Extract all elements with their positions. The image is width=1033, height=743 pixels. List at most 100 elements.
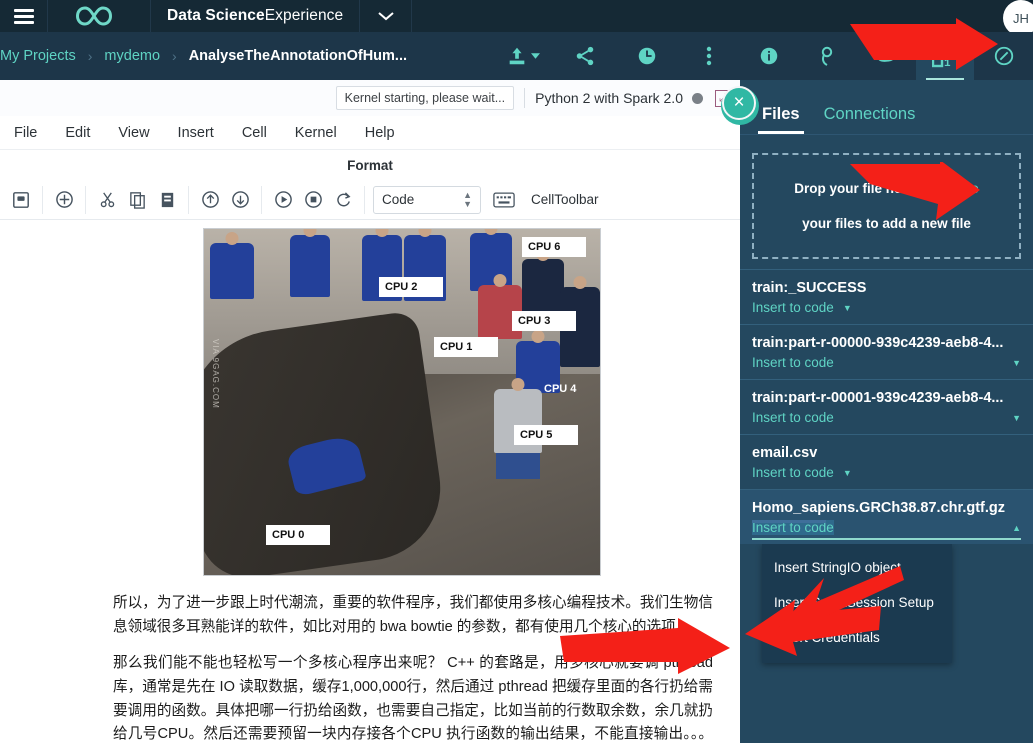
insert-to-code-label[interactable]: Insert to code (752, 410, 834, 425)
menu-view[interactable]: View (104, 125, 163, 141)
close-panel-button[interactable]: × (722, 86, 756, 120)
image-label-cpu5: CPU 5 (514, 425, 578, 446)
image-label-cpu4: CPU 4 (544, 383, 577, 395)
breadcrumb-separator: › (87, 48, 93, 64)
chevron-down-icon[interactable]: ▼ (843, 468, 852, 478)
notebook-markdown-text: 所以，为了进一步跟上时代潮流，重要的软件程序，我们都使用多核心编程技术。我们生物… (113, 592, 713, 743)
stepper-icon: ▲ ▼ (463, 190, 472, 209)
keyboard-icon (493, 191, 515, 208)
file-list-item-selected[interactable]: Homo_sapiens.GRCh38.87.chr.gtf.gz Insert… (740, 489, 1033, 544)
paste-icon (161, 192, 173, 208)
info-icon (761, 47, 778, 65)
stop-kernel-button[interactable] (298, 185, 328, 215)
file-list-item[interactable]: train:_SUCCESS Insert to code ▼ (740, 269, 1033, 324)
toolbar-group-add (43, 185, 86, 215)
overflow-menu-icon (706, 46, 712, 66)
menu-insert[interactable]: Insert (164, 125, 228, 141)
menu-item-credentials[interactable]: Insert Credentials (762, 620, 952, 655)
panel-tab-palette[interactable] (857, 32, 916, 80)
plus-circle-icon (55, 191, 73, 208)
kernel-status-message: Kernel starting, please wait... (335, 86, 515, 110)
panel-tab-edit[interactable] (974, 32, 1033, 80)
image-figure (290, 229, 330, 297)
cut-cell-button[interactable] (92, 185, 122, 215)
image-label-cpu3: CPU 3 (512, 311, 576, 332)
app-switcher-button[interactable] (360, 0, 413, 32)
file-progress-bar (752, 520, 826, 523)
add-cell-button[interactable] (49, 185, 79, 215)
chevron-down-icon[interactable]: ▼ (1012, 413, 1021, 423)
brand-logo[interactable] (48, 0, 151, 32)
dropzone-browse-link[interactable]: browse (935, 181, 979, 196)
toolbar-group-move (189, 185, 262, 215)
file-name: train:part-r-00001-939c4239-aeb8-4... (752, 390, 1004, 406)
move-cell-down-button[interactable] (225, 185, 255, 215)
overflow-menu-button[interactable] (678, 32, 740, 80)
history-button[interactable] (616, 32, 678, 80)
notebook-output-image: VIA 9GAG.COM CPU 6 CPU 2 CPU 3 CPU 1 CPU… (203, 228, 601, 576)
move-cell-up-button[interactable] (195, 185, 225, 215)
insert-to-code-row[interactable]: Insert to code ▼ (752, 410, 1021, 425)
infinity-logo-icon (76, 6, 112, 26)
menu-edit[interactable]: Edit (51, 125, 104, 141)
panel-tab-comments[interactable] (799, 32, 858, 80)
menu-item-spark-session[interactable]: Insert SparkSession Setup (762, 585, 952, 620)
hamburger-menu-button[interactable] (0, 0, 48, 32)
menu-file[interactable]: File (0, 125, 51, 141)
panel-tab-data[interactable]: 1 1 (915, 32, 975, 80)
copy-icon (129, 192, 145, 209)
toolbar-group-run (262, 185, 365, 215)
insert-to-code-row[interactable]: Insert to code ▼ (752, 355, 1021, 370)
image-figure (210, 232, 254, 299)
cell-type-select[interactable]: Code ▲ ▼ (373, 185, 481, 214)
keyboard-shortcuts-button[interactable] (489, 185, 519, 215)
breadcrumb-separator: › (172, 48, 177, 64)
menu-item-stringio[interactable]: Insert StringIO object (762, 550, 952, 585)
avatar[interactable]: JH (1003, 0, 1033, 36)
chevron-down-icon[interactable]: ▼ (843, 303, 852, 313)
menu-kernel[interactable]: Kernel (281, 125, 351, 141)
run-cell-button[interactable] (268, 185, 298, 215)
copy-cell-button[interactable] (122, 185, 152, 215)
notebook-menu-bar: File Edit View Insert Cell Kernel Help (0, 116, 740, 150)
breadcrumb-item-current: AnalyseTheAnnotationOfHum... (188, 48, 408, 64)
insert-to-code-row[interactable]: Insert to code ▼ (752, 300, 1021, 315)
paste-cell-button[interactable] (152, 185, 182, 215)
breadcrumb-item-my-projects[interactable]: My Projects (0, 48, 76, 64)
save-button[interactable] (6, 185, 36, 215)
insert-to-code-row[interactable]: Insert to code ▼ (752, 465, 1021, 480)
stop-circle-icon (304, 191, 322, 208)
app-title-bold: Data Science (167, 7, 265, 24)
menu-cell[interactable]: Cell (228, 125, 281, 141)
chevron-down-icon (531, 53, 540, 59)
file-list-item[interactable]: email.csv Insert to code ▼ (740, 434, 1033, 489)
share-icon (576, 46, 594, 66)
chevron-down-icon[interactable]: ▼ (1012, 358, 1021, 368)
insert-to-code-label[interactable]: Insert to code (752, 355, 834, 370)
upload-button[interactable] (492, 32, 554, 80)
file-dropzone[interactable]: Drop your file here or browse your files… (752, 153, 1021, 259)
restart-kernel-button[interactable] (328, 185, 358, 215)
tab-connections[interactable]: Connections (812, 105, 928, 134)
menu-help[interactable]: Help (351, 125, 409, 141)
right-panel: Files Connections Drop your file here or… (721, 80, 1033, 743)
dropzone-wrapper: Drop your file here or browse your files… (740, 135, 1033, 269)
celltoolbar-button[interactable]: CellToolbar (519, 192, 611, 207)
file-list-item[interactable]: train:part-r-00000-939c4239-aeb8-4... In… (740, 324, 1033, 379)
image-label-cpu0: CPU 0 (266, 525, 330, 546)
history-clock-icon (638, 47, 656, 65)
file-name: Homo_sapiens.GRCh38.87.chr.gtf.gz (752, 500, 1006, 516)
breadcrumb-item-mydemo[interactable]: mydemo (104, 48, 160, 64)
insert-to-code-label[interactable]: Insert to code (752, 300, 834, 315)
file-name: train:_SUCCESS (752, 280, 867, 296)
chevron-up-icon[interactable]: ▲ (1012, 523, 1021, 533)
tab-files[interactable]: Files (750, 105, 812, 134)
file-name: email.csv (752, 445, 818, 461)
file-list-item[interactable]: train:part-r-00001-939c4239-aeb8-4... In… (740, 379, 1033, 434)
panel-tab-info[interactable] (740, 32, 799, 80)
app-title-light: Experience (264, 7, 344, 24)
insert-to-code-label[interactable]: Insert to code (752, 465, 834, 480)
share-button[interactable] (554, 32, 616, 80)
arrow-down-circle-icon (231, 191, 249, 208)
